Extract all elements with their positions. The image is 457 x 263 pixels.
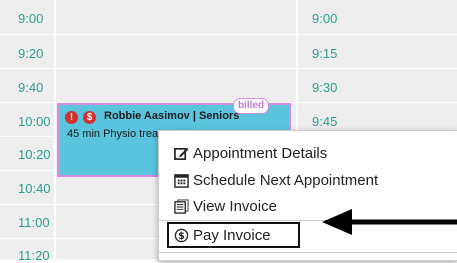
slot-divider — [0, 68, 457, 69]
menu-separator — [159, 252, 457, 253]
time-label: 9:30 — [312, 80, 338, 95]
time-label: 11:00 — [18, 215, 50, 230]
slot-divider — [0, 34, 457, 35]
menu-item-label: Pay Invoice — [193, 226, 271, 244]
calendar-icon — [173, 172, 189, 188]
time-label: 9:00 — [18, 11, 44, 26]
time-label: 9:45 — [312, 114, 338, 129]
menu-item-label: Appointment Details — [193, 144, 328, 162]
time-label: 10:00 — [18, 114, 51, 129]
time-label: 9:40 — [18, 80, 44, 95]
pointer-arrow-icon — [322, 209, 457, 235]
billed-badge: billed — [233, 98, 269, 114]
time-label: 10:40 — [18, 181, 51, 196]
menu-item-label: View Invoice — [193, 197, 277, 215]
dollar-icon: $ — [83, 111, 96, 124]
alert-icon: ! — [65, 111, 78, 124]
time-label: 9:15 — [312, 46, 338, 61]
menu-item-schedule-next[interactable]: Schedule Next Appointment — [173, 168, 453, 192]
invoice-icon — [173, 198, 189, 214]
appointment-client: Robbie Aasimov | Seniors — [104, 110, 240, 122]
time-label: 11:20 — [18, 248, 50, 263]
column-divider — [54, 0, 56, 259]
dollar-circle-icon: $ — [173, 227, 189, 243]
time-label: 9:20 — [18, 46, 44, 61]
svg-text:$: $ — [178, 230, 185, 241]
menu-item-appointment-details[interactable]: Appointment Details — [173, 141, 453, 165]
time-label: 10:20 — [18, 147, 51, 162]
edit-icon — [173, 145, 189, 161]
menu-item-label: Schedule Next Appointment — [193, 171, 379, 189]
appointment-context-menu: Appointment Details Schedule Next Appoin… — [158, 130, 457, 261]
time-label: 9:00 — [312, 11, 338, 26]
menu-item-pay-invoice[interactable]: $ Pay Invoice — [167, 222, 300, 248]
